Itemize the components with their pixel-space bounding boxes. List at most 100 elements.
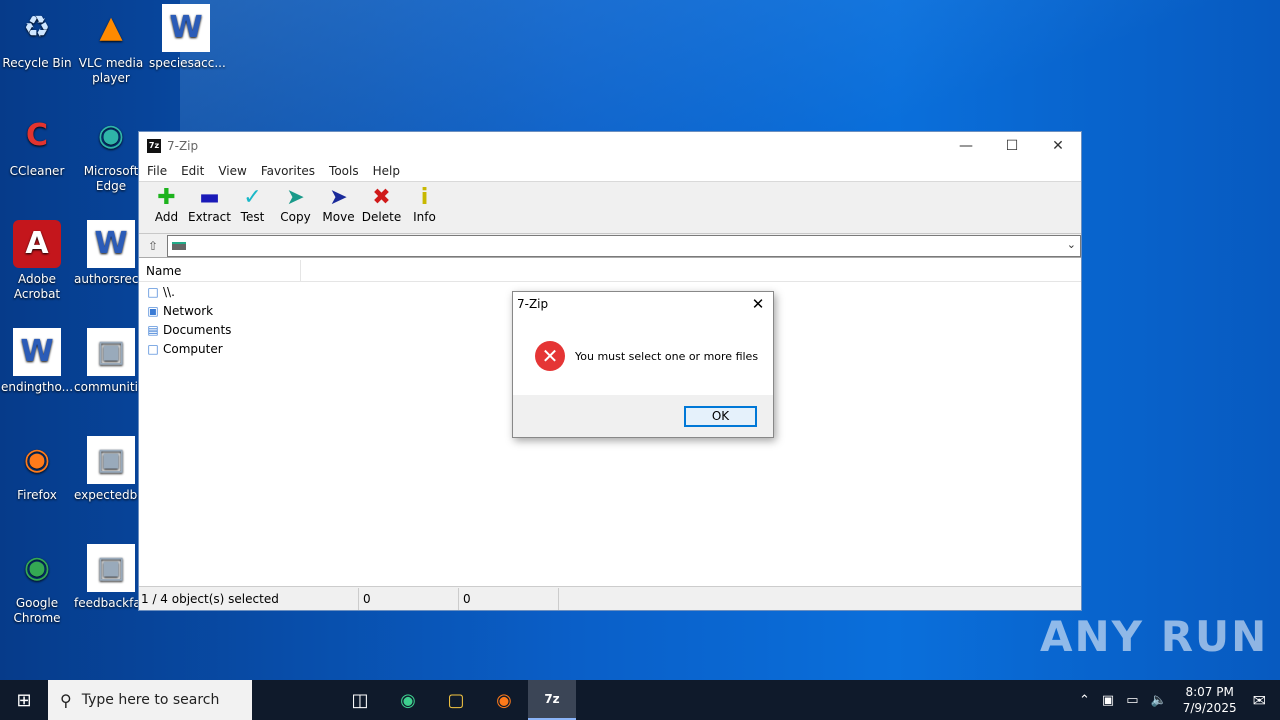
taskbar-search-box[interactable]: ⚲ Type here to search xyxy=(48,680,252,720)
taskbar-7zip-icon[interactable]: 7z xyxy=(528,680,576,720)
move-button[interactable]: ➤ Move xyxy=(317,185,360,225)
clock[interactable]: 8:07 PM 7/9/2025 xyxy=(1183,684,1237,716)
meet-now-icon[interactable]: ▣ xyxy=(1102,693,1114,708)
status-size: 0 xyxy=(359,587,459,610)
word-doc-icon: W xyxy=(162,4,210,52)
info-icon: i xyxy=(420,185,429,210)
word-doc-icon: W xyxy=(87,220,135,268)
plus-icon: ✚ xyxy=(157,185,176,210)
desktop-icon-label: feedbackfa... xyxy=(74,596,153,610)
menu-edit[interactable]: Edit xyxy=(181,164,204,178)
chevron-down-icon[interactable]: ⌄ xyxy=(1067,238,1076,251)
notifications-icon[interactable]: ✉ xyxy=(1253,691,1266,710)
chevron-up-icon[interactable]: ⌃ xyxy=(1079,693,1090,708)
task-view-icon[interactable]: ◫ xyxy=(336,680,384,720)
close-button[interactable]: ✕ xyxy=(1035,132,1081,160)
image-file-icon: ▣ xyxy=(87,436,135,484)
desktop-icon-label: VLC media player xyxy=(78,56,144,85)
desktop-icon-label: communiti... xyxy=(74,380,150,394)
desktop-icon-label: Google Chrome xyxy=(13,596,61,625)
word-doc-icon: W xyxy=(13,328,61,376)
network-tray-icon[interactable]: ▭ xyxy=(1126,693,1138,708)
desktop-icon-adobe-acrobat[interactable]: A Adobe Acrobat xyxy=(0,220,74,302)
desktop-icon-speciesacc[interactable]: Wspeciesacc... xyxy=(149,4,226,71)
desktop-icon-authorsrec[interactable]: Wauthorsrec... xyxy=(74,220,150,287)
toolbar-label: Move xyxy=(322,210,355,224)
toolbar: ✚ Add ▬ Extract ✓ Test ➤ Copy ➤ Move ✖ Delete i Info xyxy=(139,182,1081,234)
desktop-icon-ccleaner[interactable]: C CCleaner xyxy=(0,112,74,179)
taskbar: ⊞ ⚲ Type here to search ◫ ◉ ▢ ◉ 7z ⌃ ▣ ▭… xyxy=(0,680,1280,720)
minimize-button[interactable]: — xyxy=(943,132,989,160)
desktop-icon-endingtho[interactable]: Wendingtho... xyxy=(0,328,74,395)
title-bar[interactable]: 7z 7-Zip — ☐ ✕ xyxy=(139,132,1081,160)
firefox-icon: ◉ xyxy=(23,442,51,477)
desktop-icon-google-chrome[interactable]: ◉ Google Chrome xyxy=(0,544,74,626)
add-button[interactable]: ✚ Add xyxy=(145,185,188,225)
acrobat-icon: A xyxy=(13,220,61,268)
dialog-title-bar[interactable]: 7-Zip ✕ xyxy=(513,292,773,316)
list-item-name: Documents xyxy=(163,322,232,337)
taskbar-file-explorer-icon[interactable]: ▢ xyxy=(432,680,480,720)
menu-help[interactable]: Help xyxy=(373,164,400,178)
vlc-icon: ▲ xyxy=(99,10,123,45)
menu-view[interactable]: View xyxy=(218,164,246,178)
list-item-name: Computer xyxy=(163,341,223,356)
test-button[interactable]: ✓ Test xyxy=(231,185,274,225)
volume-icon[interactable]: 🔈 xyxy=(1151,693,1167,708)
desktop-icon-communiti[interactable]: ▣ communiti... xyxy=(74,328,150,395)
toolbar-label: Delete xyxy=(361,210,402,224)
desktop-icon-label: Recycle Bin xyxy=(2,56,72,70)
move-arrow-icon: ➤ xyxy=(329,185,348,210)
image-file-icon: ▣ xyxy=(87,328,135,376)
ok-button[interactable]: OK xyxy=(684,406,757,427)
desktop-icon-label: expectedbo... xyxy=(74,488,156,502)
desktop-icon-vlc-media-player[interactable]: ▲ VLC media player xyxy=(74,4,148,86)
address-row: ⇧ ⌄ xyxy=(139,234,1081,258)
delete-button[interactable]: ✖ Delete xyxy=(360,186,403,225)
7zip-app-icon: 7z xyxy=(147,139,161,153)
desktop-icon-firefox[interactable]: ◉ Firefox xyxy=(0,436,74,503)
recycle-bin-icon: ♻ xyxy=(23,10,51,45)
computer-icon: □ xyxy=(147,341,159,356)
taskbar-firefox-icon[interactable]: ◉ xyxy=(480,680,528,720)
status-selected: 1 / 4 object(s) selected xyxy=(139,587,359,610)
menu-tools[interactable]: Tools xyxy=(329,164,359,178)
desktop-icon-label: Firefox xyxy=(17,488,57,502)
image-file-icon: ▣ xyxy=(87,544,135,592)
minus-icon: ▬ xyxy=(199,185,220,210)
list-item-name: Network xyxy=(163,303,214,318)
desktop-icon-microsoft-edge[interactable]: ◉ Microsoft Edge xyxy=(74,112,148,194)
dialog-close-icon[interactable]: ✕ xyxy=(743,295,773,313)
desktop-icon-feedbackfa[interactable]: ▣ feedbackfa... xyxy=(74,544,153,611)
window-title: 7-Zip xyxy=(167,139,199,153)
clock-time: 8:07 PM xyxy=(1185,685,1234,699)
address-combobox[interactable]: ⌄ xyxy=(167,234,1081,257)
up-folder-button[interactable]: ⇧ xyxy=(139,234,167,258)
info-button[interactable]: i Info xyxy=(403,185,446,225)
copy-button[interactable]: ➤ Copy xyxy=(274,186,317,225)
column-name-header[interactable]: Name xyxy=(146,259,301,282)
chrome-icon: ◉ xyxy=(23,550,51,585)
extract-button[interactable]: ▬ Extract xyxy=(188,185,231,225)
menu-favorites[interactable]: Favorites xyxy=(261,164,315,178)
toolbar-label: Test xyxy=(240,210,265,224)
desktop-icon-recycle-bin[interactable]: ♻ Recycle Bin xyxy=(0,4,74,71)
taskbar-edge-icon[interactable]: ◉ xyxy=(384,680,432,720)
windows-start-icon[interactable]: ⊞ xyxy=(0,680,48,720)
toolbar-label: Extract xyxy=(188,210,231,224)
desktop-icon-label: Adobe Acrobat xyxy=(13,272,61,301)
maximize-button[interactable]: ☐ xyxy=(989,132,1035,160)
desktop-icon-expectedbo[interactable]: ▣ expectedbo... xyxy=(74,436,156,503)
error-icon: ✕ xyxy=(535,341,565,371)
network-icon: ▣ xyxy=(147,303,159,318)
list-item-name: \\. xyxy=(163,284,175,299)
column-header: Name xyxy=(139,259,1081,282)
desktop-icon-label: speciesacc... xyxy=(149,56,226,70)
menu-file[interactable]: File xyxy=(147,164,167,178)
check-icon: ✓ xyxy=(243,185,262,210)
desktop-icon-label: Microsoft Edge xyxy=(83,164,139,193)
search-placeholder: Type here to search xyxy=(81,692,220,708)
edge-icon: ◉ xyxy=(97,118,125,153)
error-dialog: 7-Zip ✕ ✕ You must select one or more fi… xyxy=(512,291,774,438)
toolbar-label: Copy xyxy=(280,210,311,224)
